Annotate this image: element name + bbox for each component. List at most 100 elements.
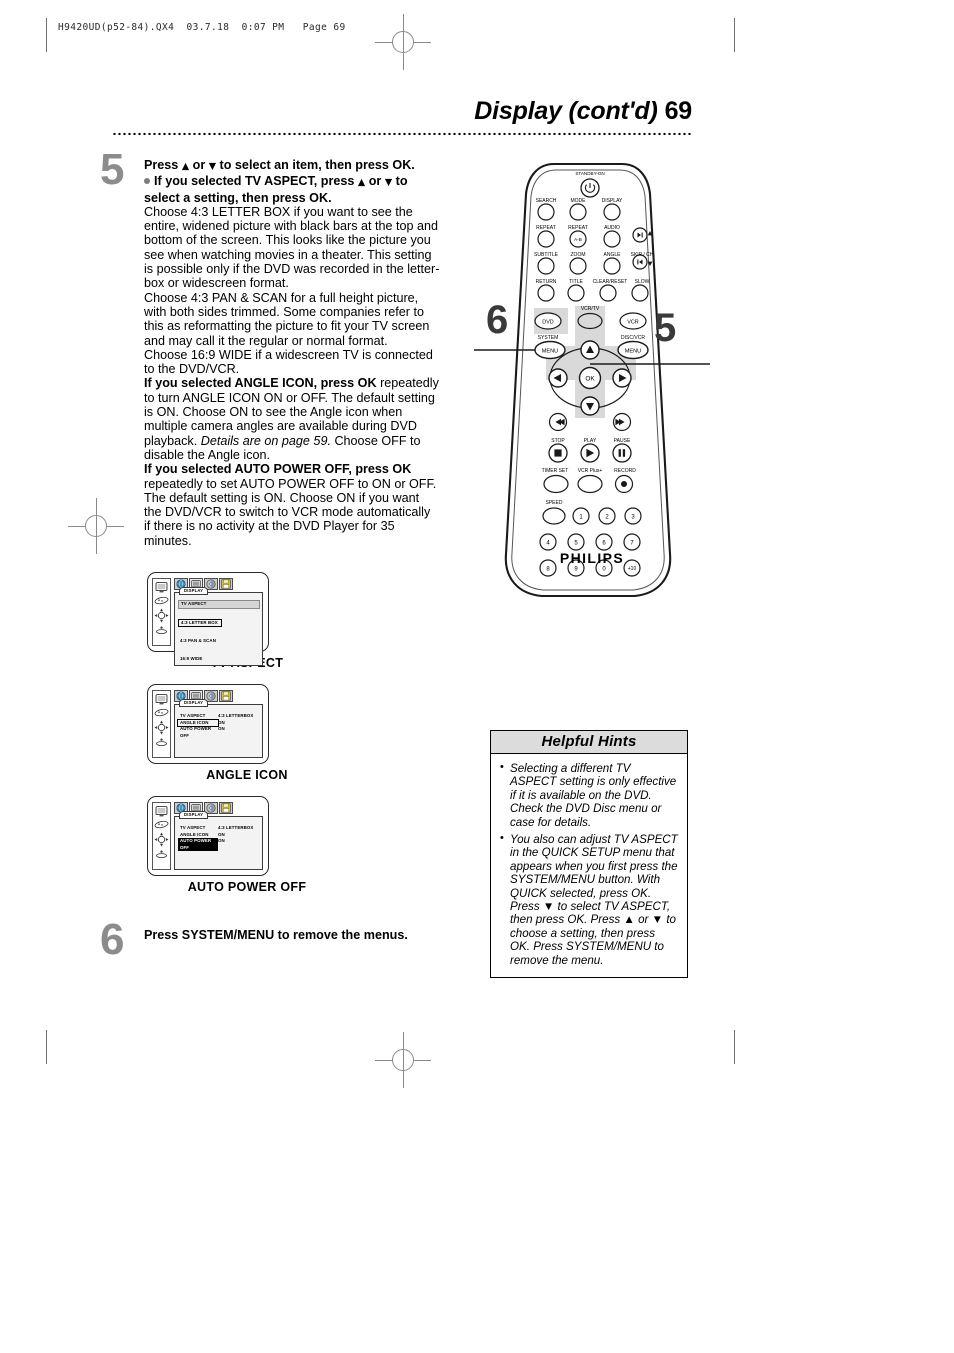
osd-panel: DISPLAY TV ASPECT 4:3 LETTERBOX ANGLE IC… xyxy=(174,698,263,758)
button-vcr-tv xyxy=(577,312,603,330)
label-system: SYSTEM xyxy=(538,335,559,341)
disc-icon xyxy=(206,691,216,701)
record-icon xyxy=(621,481,627,487)
monitor-icon xyxy=(155,582,168,593)
osd-setting-label: ANGLE ICON xyxy=(180,831,209,837)
disc-icon xyxy=(206,579,216,589)
remote-icon xyxy=(154,596,169,605)
up-arrow-icon: ▲ xyxy=(357,177,366,189)
step-5-bullet1-d: select a setting, then press OK. xyxy=(144,190,332,205)
label-vcr: VCR xyxy=(627,320,638,326)
osd-option[interactable]: 16:9 WIDE xyxy=(178,656,202,662)
label-mode: MODE xyxy=(571,198,587,204)
pause-icon xyxy=(618,449,621,457)
button-clear-reset xyxy=(603,257,621,275)
label-zoom: ZOOM xyxy=(571,252,586,258)
osd-figure-group: DISPLAY TV ASPECT 4:3 LETTER BOX 4:3 PAN… xyxy=(147,572,347,908)
label-title: TITLE xyxy=(569,279,583,285)
osd-figure: DISPLAY TV ASPECT 4:3 LETTER BOX 4:3 PAN… xyxy=(147,572,347,670)
label-angle: ANGLE xyxy=(604,252,622,258)
step-5-bullet-2: If you selected ANGLE ICON, press OK rep… xyxy=(144,376,440,462)
osd-setting-row[interactable]: ANGLE ICON ON xyxy=(177,718,260,728)
step-5-bullet-1: If you selected TV ASPECT, press ▲ or ▼ … xyxy=(144,174,440,205)
registration-mark-top xyxy=(375,14,431,70)
ok-button-icon xyxy=(156,850,167,858)
osd-sidebar xyxy=(152,802,171,870)
osd-tab-save[interactable] xyxy=(219,802,233,814)
helpful-hints-body: Selecting a different TV ASPECT setting … xyxy=(491,754,687,977)
label-menu-left: MENU xyxy=(542,349,558,355)
remote-control-illustration: STANDBY-ON SEARCH MODE DISPLAY REPEAT RE… xyxy=(462,150,722,610)
file-stamp: H9420UD(p52-84).QX4 03.7.18 0:07 PM Page… xyxy=(58,22,346,33)
step-5-line1-a: Press xyxy=(144,158,179,172)
osd-option[interactable]: 4:3 LETTER BOX xyxy=(178,618,222,627)
osd-header: TV ASPECT xyxy=(178,600,260,609)
button-row4-2 xyxy=(567,284,585,302)
down-arrow-icon: ▼ xyxy=(384,177,393,189)
step-5-bullet-3: If you selected AUTO POWER OFF, press OK… xyxy=(144,462,440,548)
label-search: SEARCH xyxy=(536,198,557,204)
label-slow: SLOW xyxy=(635,279,650,285)
button-return xyxy=(537,257,555,275)
down-arrow-icon: ▼ xyxy=(208,161,217,172)
osd-setting-row[interactable]: ANGLE ICON ON xyxy=(178,832,260,839)
step-5-bullet2-bold: If you selected ANGLE ICON, press OK xyxy=(144,376,377,391)
button-row4-4 xyxy=(631,284,649,302)
label-display: DISPLAY xyxy=(602,198,623,204)
label-clear-reset: CLEAR/RESET xyxy=(593,279,628,285)
osd-setting-label: ANGLE ICON xyxy=(177,718,219,728)
osd-option[interactable]: 4:3 PAN & SCAN xyxy=(178,638,216,644)
monitor-icon xyxy=(155,694,168,705)
step-6-column: 6 Press SYSTEM/MENU to remove the menus. xyxy=(100,918,440,962)
floppy-save-icon xyxy=(221,803,231,813)
label-standby: STANDBY-ON xyxy=(575,171,604,176)
monitor-icon xyxy=(155,806,168,817)
step-6-number: 6 xyxy=(100,915,125,964)
osd-figure: DISPLAY TV ASPECT 4:3 LETTERBOX ANGLE IC… xyxy=(147,796,347,894)
remote-icon xyxy=(154,820,169,829)
figure-caption: ANGLE ICON xyxy=(206,768,288,782)
floppy-save-icon xyxy=(221,691,231,701)
osd-main: DISPLAY TV ASPECT 4:3 LETTERBOX ANGLE IC… xyxy=(171,690,263,758)
osd-setting-label: AUTO POWER OFF xyxy=(180,726,212,738)
osd-setting-list: TV ASPECT 4:3 LETTERBOX ANGLE ICON ON AU… xyxy=(177,713,260,739)
bullet-dot-icon xyxy=(144,177,150,184)
label-pause: PAUSE xyxy=(614,438,631,444)
osd-setting-row[interactable]: TV ASPECT 4:3 LETTERBOX xyxy=(178,713,260,720)
osd-tab-save[interactable] xyxy=(219,690,233,702)
osd-option-list: 4:3 LETTER BOX 4:3 PAN & SCAN 16:9 WIDE xyxy=(178,611,260,665)
callout-number-6: 6 xyxy=(486,298,509,342)
osd-setting-row[interactable]: AUTO POWER OFF ON xyxy=(178,726,260,739)
step-5-paragraph-2: Choose 4:3 PAN & SCAN for a full height … xyxy=(144,290,430,348)
button-display xyxy=(603,203,621,221)
osd-setting-value: ON xyxy=(218,831,225,837)
arrow-pad-icon xyxy=(154,608,169,623)
osd-figure: DISPLAY TV ASPECT 4:3 LETTERBOX ANGLE IC… xyxy=(147,684,347,782)
step-5-bullet1-c: to xyxy=(395,174,408,189)
osd-panel: DISPLAY TV ASPECT 4:3 LETTER BOX 4:3 PAN… xyxy=(174,586,263,666)
label-vcr-plus: VCR Plus+ xyxy=(578,468,603,474)
page-title-text: Display (cont'd) xyxy=(474,97,658,125)
remote-icon xyxy=(154,708,169,717)
osd-tab-save[interactable] xyxy=(219,578,233,590)
step-5-bullet1-a: If you selected TV ASPECT, press xyxy=(154,174,355,189)
floppy-save-icon xyxy=(221,579,231,589)
osd-setting-label: AUTO POWER OFF xyxy=(178,838,218,852)
osd-setting-label: TV ASPECT xyxy=(180,825,206,830)
up-arrow-icon: ▲ xyxy=(181,161,190,172)
step-5: 5 Press ▲ or ▼ to select an item, then p… xyxy=(100,148,440,548)
tv-screen-illustration: DISPLAY TV ASPECT 4:3 LETTERBOX ANGLE IC… xyxy=(147,796,269,876)
button-mode xyxy=(569,203,587,221)
trim-mark xyxy=(734,18,735,52)
label-ok: OK xyxy=(585,376,595,383)
button-row4-3 xyxy=(599,284,617,302)
ok-button-icon xyxy=(156,738,167,746)
label-key-plus10: +10 xyxy=(628,566,637,572)
osd-setting-row[interactable]: TV ASPECT 4:3 LETTERBOX xyxy=(178,825,260,832)
step-5-number: 5 xyxy=(100,145,125,194)
osd-setting-row[interactable]: AUTO POWER OFF ON xyxy=(178,838,260,852)
page-number: 69 xyxy=(664,97,693,125)
button-speed xyxy=(542,507,566,525)
label-repeat-2: REPEAT xyxy=(568,225,588,231)
label-menu-right: MENU xyxy=(625,349,641,355)
